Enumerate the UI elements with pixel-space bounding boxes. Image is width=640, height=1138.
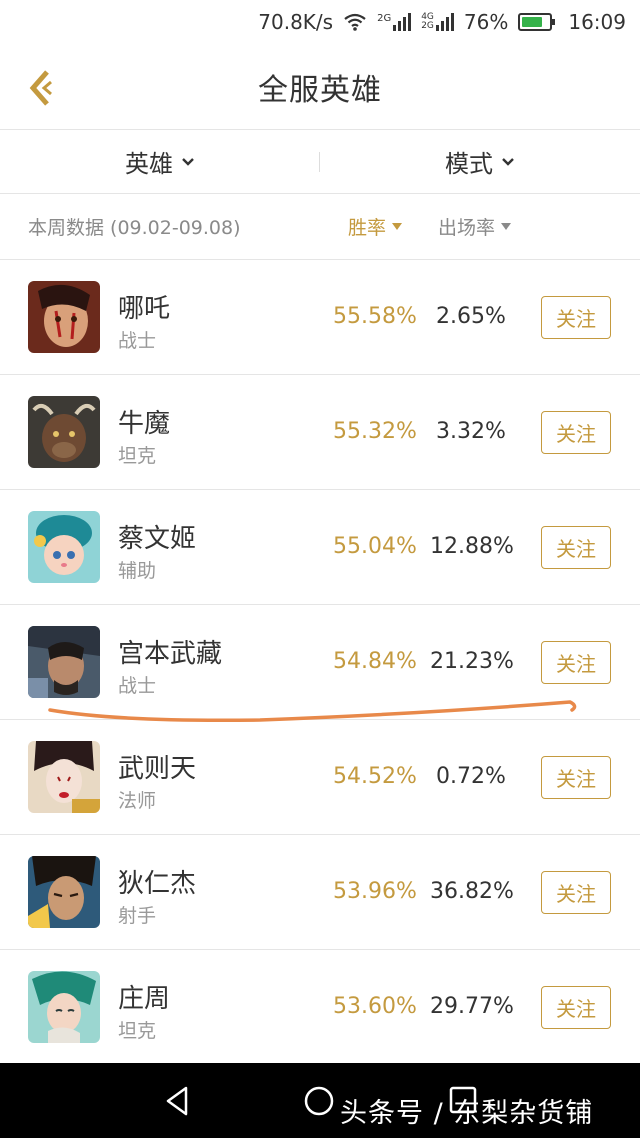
- follow-button[interactable]: 关注: [541, 411, 611, 454]
- hero-pick-rate: 2.65%: [436, 304, 506, 329]
- hero-role: 坦克: [118, 445, 157, 467]
- back-button[interactable]: [22, 66, 62, 110]
- follow-button[interactable]: 关注: [541, 641, 611, 684]
- hero-avatar: [28, 971, 100, 1043]
- network-speed: 70.8K/s: [258, 10, 334, 34]
- signal-2g-icon: 2G: [377, 13, 412, 31]
- hero-name: 狄仁杰: [118, 869, 197, 899]
- wifi-icon: [343, 12, 367, 32]
- nav-back-icon[interactable]: [160, 1083, 196, 1119]
- hero-filter-dropdown[interactable]: 英雄: [0, 130, 320, 194]
- hero-avatar: [28, 281, 100, 353]
- follow-button[interactable]: 关注: [541, 526, 611, 569]
- filter-bar: 英雄 模式: [0, 130, 640, 194]
- clock: 16:09: [568, 10, 626, 34]
- follow-button[interactable]: 关注: [541, 871, 611, 914]
- hero-pick-rate: 36.82%: [430, 879, 514, 904]
- week-range-label: 本周数据 (09.02-09.08): [28, 217, 241, 239]
- hero-win-rate: 55.04%: [333, 534, 417, 559]
- system-nav-bar: 头条号 / 东梨杂货铺: [0, 1063, 640, 1138]
- mode-filter-label: 模式: [445, 150, 493, 178]
- hero-pick-rate: 0.72%: [436, 764, 506, 789]
- hero-win-rate: 54.84%: [333, 649, 417, 674]
- follow-button[interactable]: 关注: [541, 296, 611, 339]
- hero-pick-rate: 12.88%: [430, 534, 514, 559]
- hero-name: 哪吒: [118, 294, 171, 324]
- hero-row[interactable]: 牛魔 坦克 55.32% 3.32% 关注: [0, 375, 640, 490]
- hero-role: 战士: [118, 675, 157, 697]
- hero-row[interactable]: 狄仁杰 射手 53.96% 36.82% 关注: [0, 835, 640, 950]
- hero-name: 宫本武藏: [118, 639, 223, 669]
- hero-role: 战士: [118, 330, 157, 352]
- hero-win-rate: 55.58%: [333, 304, 417, 329]
- hero-win-rate: 54.52%: [333, 764, 417, 789]
- filter-divider: [319, 152, 320, 172]
- hero-row[interactable]: 宫本武藏 战士 54.84% 21.23% 关注: [0, 605, 640, 720]
- hero-list: 哪吒 战士 55.58% 2.65% 关注 牛魔 坦克 55.32% 3.32%…: [0, 260, 640, 1065]
- nav-bar: 全服英雄: [0, 44, 640, 130]
- hero-filter-label: 英雄: [125, 150, 173, 178]
- stats-header: 本周数据 (09.02-09.08) 胜率 出场率: [0, 194, 640, 260]
- hero-role: 法师: [118, 790, 157, 812]
- mode-filter-dropdown[interactable]: 模式: [320, 130, 640, 194]
- hero-role: 射手: [118, 905, 157, 927]
- watermark-text: 头条号 / 东梨杂货铺: [340, 1098, 594, 1129]
- hero-row[interactable]: 庄周 坦克 53.60% 29.77% 关注: [0, 950, 640, 1065]
- hero-name: 庄周: [118, 984, 171, 1014]
- hero-pick-rate: 3.32%: [436, 419, 506, 444]
- follow-button[interactable]: 关注: [541, 756, 611, 799]
- hero-role: 辅助: [118, 560, 157, 582]
- signal-4g-icon: 4G 2G: [421, 13, 454, 31]
- battery-fill: [522, 17, 543, 27]
- hero-win-rate: 53.96%: [333, 879, 417, 904]
- hero-pick-rate: 21.23%: [430, 649, 514, 674]
- network-2g-label: 2G: [377, 13, 392, 24]
- chevron-down-icon: [182, 157, 194, 166]
- hero-row[interactable]: 蔡文姬 辅助 55.04% 12.88% 关注: [0, 490, 640, 605]
- nav-home-icon[interactable]: [303, 1085, 335, 1117]
- follow-button[interactable]: 关注: [541, 986, 611, 1029]
- sort-down-icon: [501, 223, 512, 230]
- hero-win-rate: 53.60%: [333, 994, 417, 1019]
- hero-avatar: [28, 741, 100, 813]
- chevron-left-icon: [29, 70, 52, 106]
- hero-avatar: [28, 856, 100, 928]
- hero-name: 武则天: [118, 754, 197, 784]
- hero-name: 牛魔: [118, 409, 171, 439]
- hero-row[interactable]: 哪吒 战士 55.58% 2.65% 关注: [0, 260, 640, 375]
- hero-name: 蔡文姬: [118, 524, 197, 554]
- hero-avatar: [28, 396, 100, 468]
- sort-down-icon: [392, 223, 403, 230]
- sort-win-rate[interactable]: 胜率: [348, 213, 403, 240]
- hero-pick-rate: 29.77%: [430, 994, 514, 1019]
- sort-win-rate-label: 胜率: [348, 217, 387, 239]
- hero-role: 坦克: [118, 1020, 157, 1042]
- hero-avatar: [28, 511, 100, 583]
- status-bar: 70.8K/s 2G 4G 2G 76% 16:09: [0, 0, 640, 44]
- hero-row[interactable]: 武则天 法师 54.52% 0.72% 关注: [0, 720, 640, 835]
- hero-avatar: [28, 626, 100, 698]
- chevron-down-icon: [502, 157, 514, 166]
- hero-win-rate: 55.32%: [333, 419, 417, 444]
- battery-percent: 76%: [463, 10, 509, 34]
- sort-pick-rate[interactable]: 出场率: [438, 213, 512, 240]
- network-2g-sub-label: 2G: [421, 21, 434, 31]
- battery-icon: [518, 13, 556, 31]
- sort-pick-rate-label: 出场率: [438, 217, 496, 239]
- page-title: 全服英雄: [258, 72, 382, 108]
